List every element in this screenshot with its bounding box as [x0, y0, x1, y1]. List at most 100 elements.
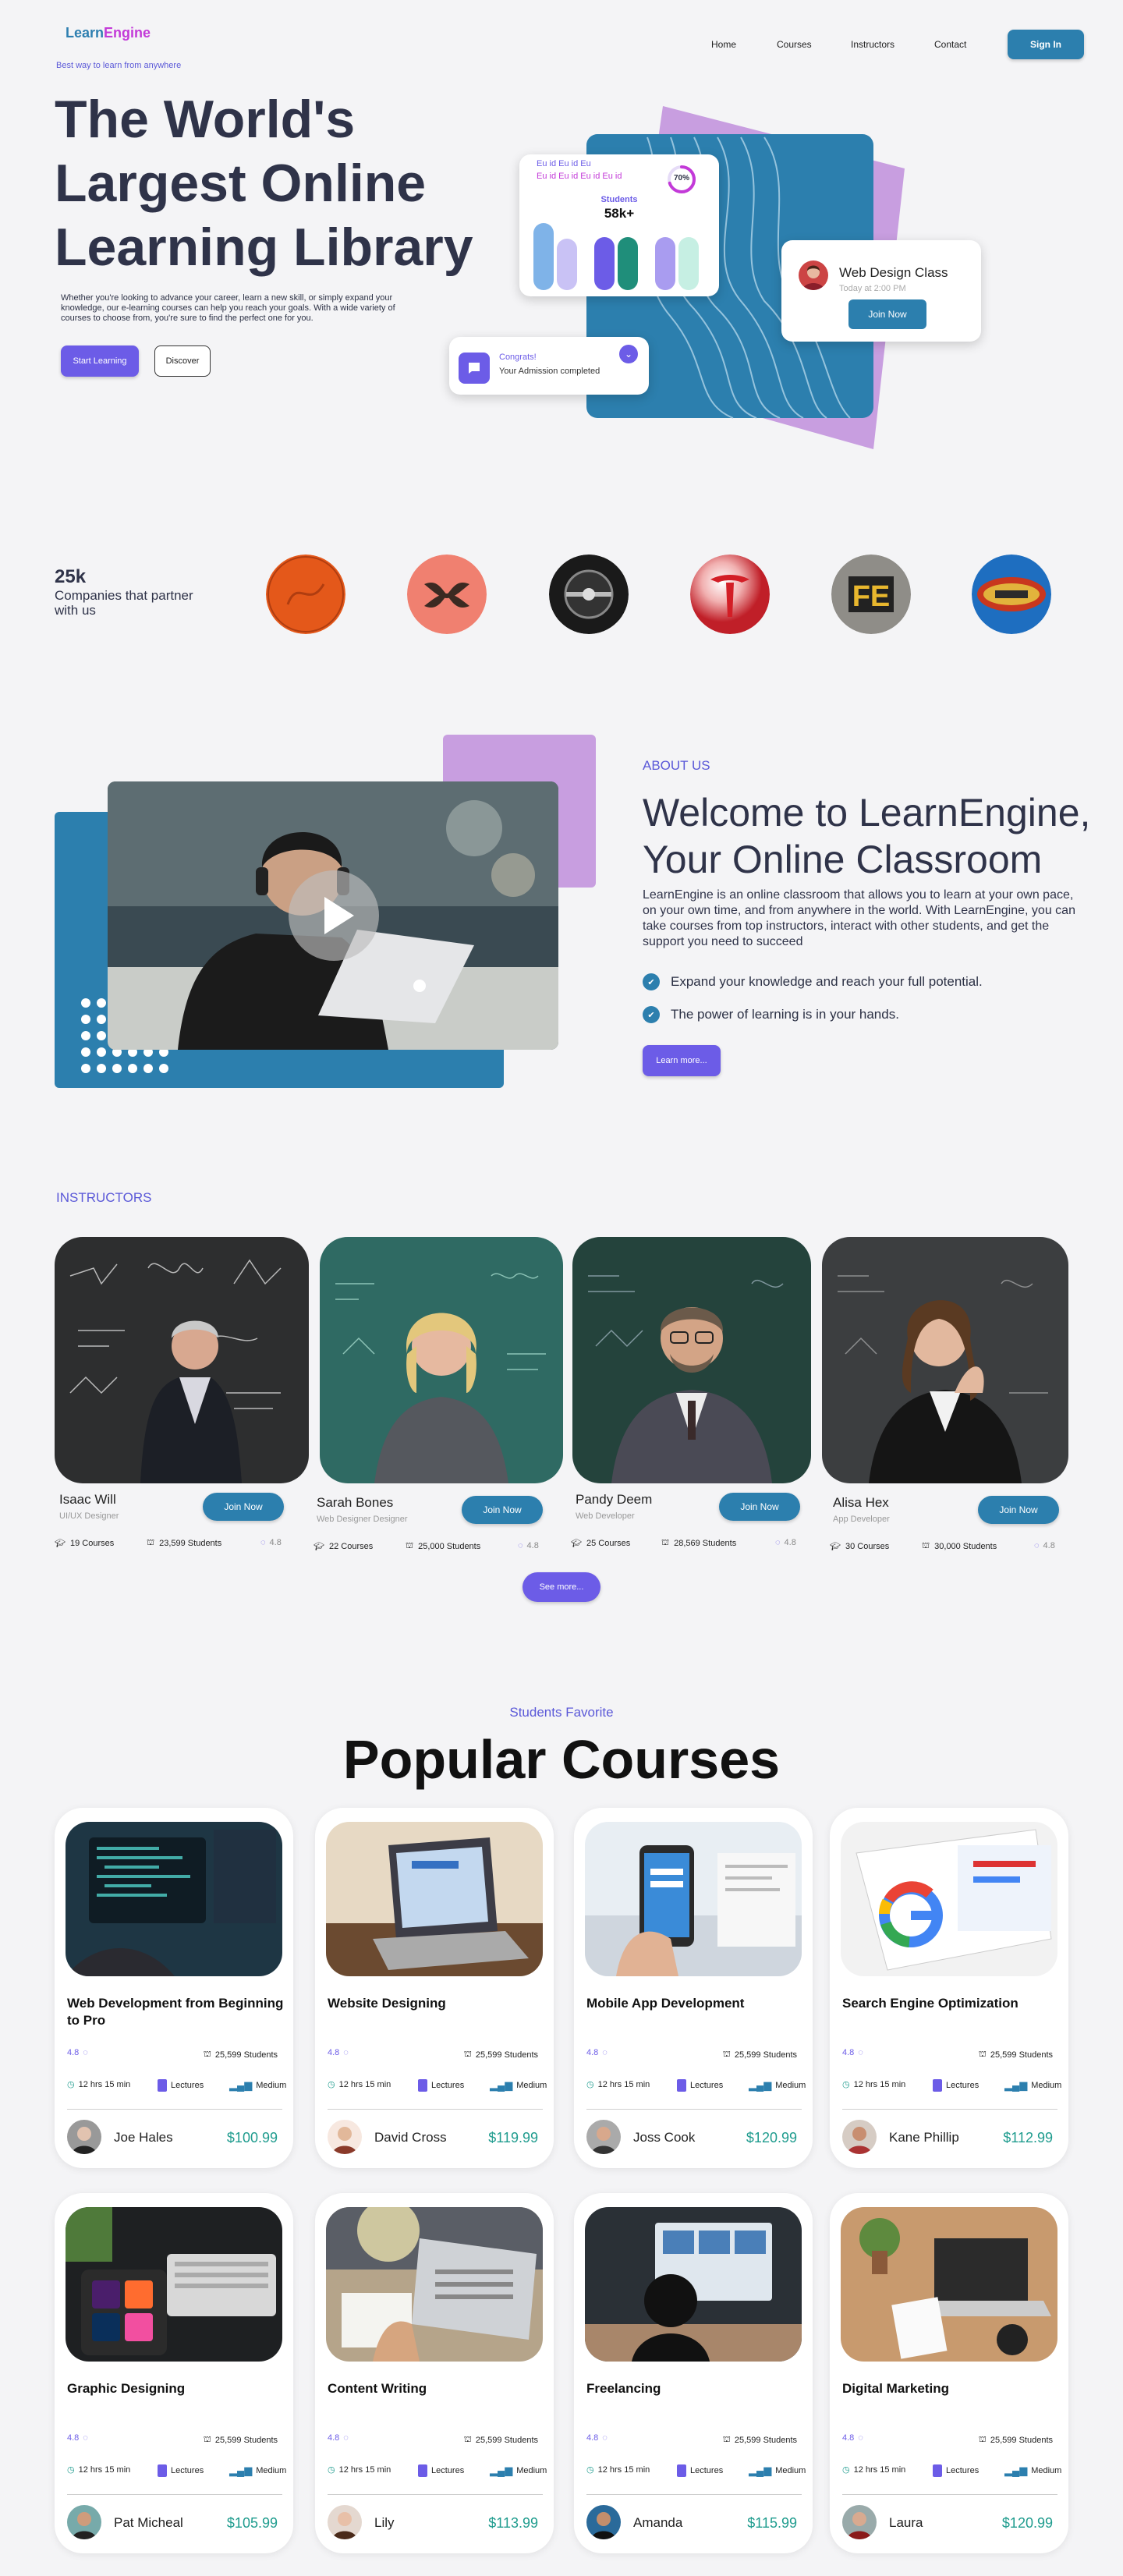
- check-icon: ✔: [643, 973, 660, 990]
- students-stats-card: Eu id Eu id Eu Eu id Eu id Eu id Eu id 7…: [519, 154, 719, 296]
- course-level-text: Medium: [516, 2081, 547, 2090]
- teacher-avatar: [842, 2505, 877, 2539]
- course-price: $120.99: [1001, 2515, 1053, 2531]
- learn-more-button[interactable]: Learn more...: [643, 1045, 721, 1076]
- nav-contact[interactable]: Contact: [934, 39, 966, 50]
- partner-logo-6: [972, 555, 1051, 634]
- course-lectures-text: Lectures: [171, 2081, 204, 2090]
- course-rating-value: 4.8: [842, 2048, 855, 2057]
- course-price: $112.99: [1003, 2130, 1053, 2145]
- course-image: [585, 2207, 802, 2362]
- students-icon: ⛫: [661, 1538, 670, 1547]
- course-lectures: Lectures: [158, 2464, 204, 2477]
- instructor-join-button-3[interactable]: Join Now: [719, 1493, 800, 1521]
- course-card-6[interactable]: Content Writing 4.8 ◌ ⛫ 25,599 Students ◷ 1…: [315, 2193, 554, 2553]
- course-students: ⛫ 25,599 Students: [979, 2050, 1053, 2060]
- instructor-join-button-4[interactable]: Join Now: [978, 1496, 1059, 1524]
- course-level: ▂▄▆ Medium: [749, 2464, 806, 2477]
- rating-icon: ◌: [83, 2048, 88, 2057]
- course-students: ⛫ 25,599 Students: [464, 2435, 538, 2446]
- course-lectures: Lectures: [418, 2079, 464, 2092]
- discover-button[interactable]: Discover: [154, 345, 211, 377]
- class-card-title: Web Design Class: [839, 265, 948, 280]
- course-duration: ◷ 12 hrs 15 min: [586, 2464, 650, 2475]
- course-divider: [67, 2494, 282, 2495]
- course-level: ▂▄▆ Medium: [1004, 2079, 1061, 2092]
- signal-bars-icon: ▂▄▆: [229, 2079, 253, 2091]
- instructor-students-1-text: 23,599 Students: [159, 1539, 222, 1548]
- instructor-join-button-1[interactable]: Join Now: [203, 1493, 284, 1521]
- nav-courses[interactable]: Courses: [777, 39, 812, 50]
- nav-home[interactable]: Home: [711, 39, 736, 50]
- clock-icon: ◷: [67, 2080, 75, 2089]
- course-card-2[interactable]: Website Designing 4.8 ◌ ⛫ 25,599 Students …: [315, 1808, 554, 2168]
- nav-instructors[interactable]: Instructors: [851, 39, 895, 50]
- about-video-thumbnail[interactable]: [108, 781, 558, 1050]
- course-level-text: Medium: [1031, 2081, 1062, 2090]
- signal-bars-icon: ▂▄▆: [1004, 2464, 1028, 2476]
- start-learning-button[interactable]: Start Learning: [61, 345, 139, 377]
- course-level-text: Medium: [775, 2081, 806, 2090]
- teacher-avatar: [67, 2505, 101, 2539]
- course-rating: 4.8 ◌: [328, 2433, 349, 2443]
- clock-icon: ◷: [842, 2080, 850, 2089]
- graduation-cap-icon: 🎓︎: [314, 1542, 324, 1551]
- about-point-2: ✔ The power of learning is in your hands…: [643, 1006, 899, 1023]
- instructor-rating-1-text: 4.8: [269, 1538, 282, 1547]
- course-students-text: 25,599 Students: [475, 2436, 538, 2445]
- signal-bars-icon: ▂▄▆: [749, 2464, 772, 2476]
- course-students-text: 25,599 Students: [475, 2050, 538, 2060]
- instructor-join-button-2[interactable]: Join Now: [462, 1496, 543, 1524]
- instructor-rating-2-text: 4.8: [526, 1541, 539, 1550]
- course-rating-value: 4.8: [67, 2433, 80, 2443]
- students-icon: ⛫: [463, 2435, 472, 2444]
- book-icon: [418, 2464, 427, 2477]
- course-level: ▂▄▆ Medium: [1004, 2464, 1061, 2477]
- rating-icon: ◌: [602, 2433, 608, 2443]
- course-card-3[interactable]: Mobile App Development 4.8 ◌ ⛫ 25,599 Stud…: [574, 1808, 813, 2168]
- signin-button[interactable]: Sign In: [1008, 30, 1084, 59]
- class-card: Web Design Class Today at 2:00 PM Join N…: [781, 240, 981, 342]
- course-title: Mobile App Development: [586, 1996, 745, 2011]
- course-card-5[interactable]: Graphic Designing 4.8 ◌ ⛫ 25,599 Students …: [55, 2193, 293, 2553]
- course-card-4[interactable]: Search Engine Optimization 4.8 ◌ ⛫ 25,599 …: [830, 1808, 1068, 2168]
- course-rating-value: 4.8: [328, 2048, 340, 2057]
- course-level-text: Medium: [256, 2466, 287, 2475]
- course-card-1[interactable]: Web Development from Beginning to Pro 4.…: [55, 1808, 293, 2168]
- course-rating-value: 4.8: [842, 2433, 855, 2443]
- instructor-rating-3-text: 4.8: [784, 1538, 796, 1547]
- book-icon: [158, 2079, 167, 2092]
- course-card-8[interactable]: Digital Marketing 4.8 ◌ ⛫ 25,599 Students …: [830, 2193, 1068, 2553]
- course-students: ⛫ 25,599 Students: [723, 2050, 797, 2060]
- course-students: ⛫ 25,599 Students: [723, 2435, 797, 2446]
- instructor-courses-2: 🎓︎ 22 Courses: [314, 1541, 373, 1552]
- students-icon: ⛫: [203, 2435, 211, 2444]
- course-students: ⛫ 25,599 Students: [204, 2050, 278, 2060]
- course-price: $120.99: [746, 2130, 797, 2145]
- course-lectures: Lectures: [677, 2079, 723, 2092]
- clock-icon: ◷: [328, 2465, 335, 2475]
- course-lectures-text: Lectures: [431, 2466, 465, 2475]
- instructor-rating-2: ◌ 4.8: [518, 1541, 539, 1550]
- clock-icon: ◷: [586, 2080, 594, 2089]
- course-title: Search Engine Optimization: [842, 1996, 1018, 2011]
- chevron-down-icon[interactable]: ⌄: [619, 345, 638, 363]
- course-divider: [586, 2494, 802, 2495]
- course-divider: [328, 2109, 543, 2110]
- class-join-button[interactable]: Join Now: [848, 299, 926, 329]
- course-card-7[interactable]: Freelancing 4.8 ◌ ⛫ 25,599 Students ◷ 12 hr…: [574, 2193, 813, 2553]
- brand-logo[interactable]: LearnEngine: [66, 25, 151, 41]
- instructor-role-2: Web Designer Designer: [317, 1515, 408, 1524]
- course-image: [841, 2207, 1057, 2362]
- admission-title: Congrats!: [499, 353, 537, 362]
- course-rating: 4.8 ◌: [328, 2048, 349, 2057]
- course-image: [66, 2207, 282, 2362]
- partner-logo-5: FE: [831, 555, 911, 634]
- course-duration: ◷ 12 hrs 15 min: [842, 2079, 905, 2090]
- partner-logo-2: [407, 555, 487, 634]
- teacher-name: Lily: [374, 2515, 395, 2530]
- course-rating: 4.8 ◌: [842, 2433, 863, 2443]
- message-icon: [459, 353, 490, 384]
- see-more-instructors-button[interactable]: See more...: [523, 1572, 600, 1602]
- stats-card-line1: Eu id Eu id Eu: [537, 159, 591, 168]
